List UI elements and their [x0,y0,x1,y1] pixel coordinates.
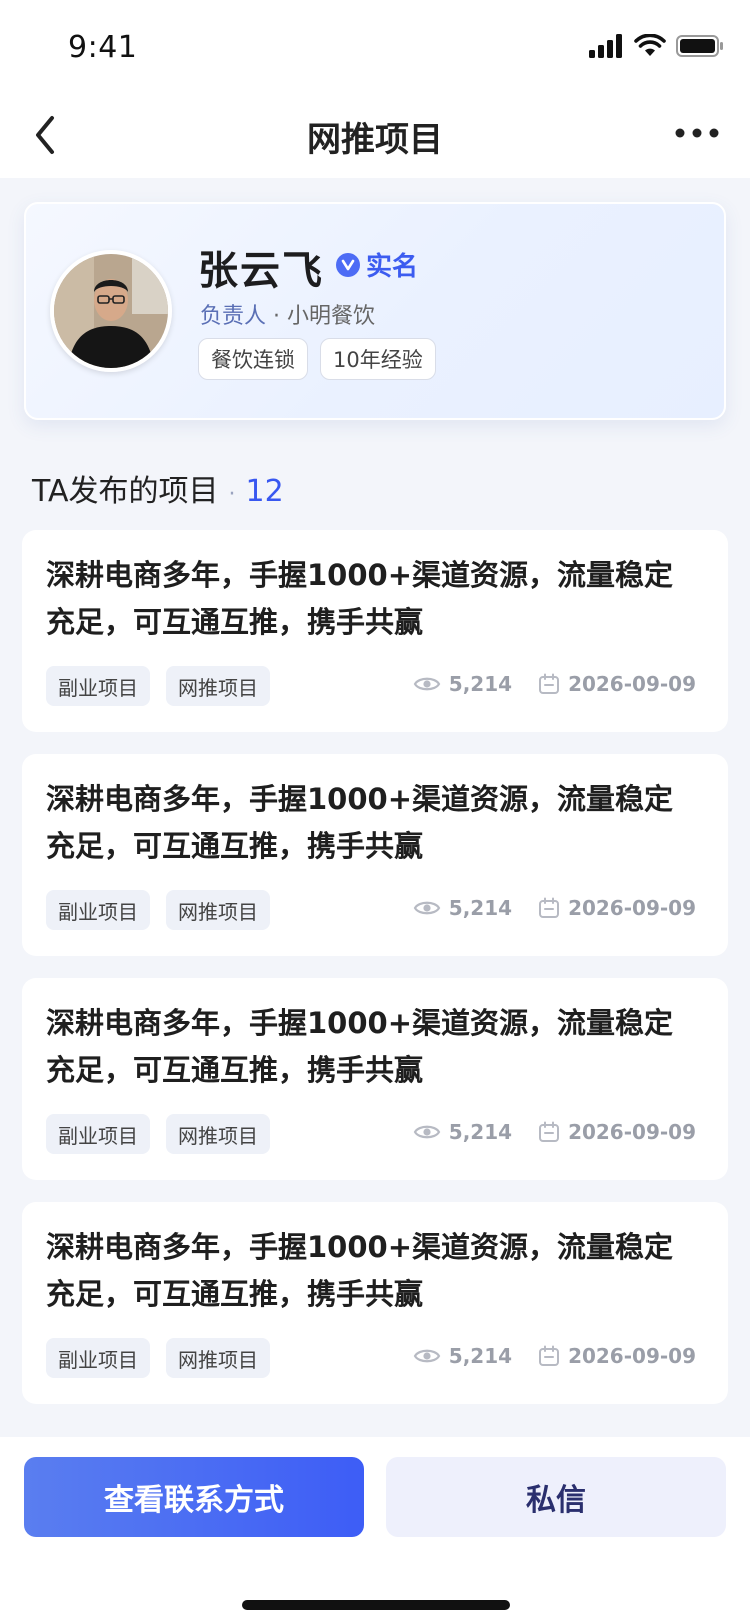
avatar-photo [54,254,168,368]
publish-date: 2026-09-09 [568,672,696,696]
date-stat: 2026-09-09 [538,896,696,920]
profile-card: 张云飞 实名 负责人 · 小明餐饮 餐饮连锁 10年经验 [24,202,726,420]
calendar-icon [539,1121,560,1142]
section-header: TA发布的项目 · 12 [32,466,284,510]
company-name: 小明餐饮 [287,304,376,329]
project-title: 深耕电商多年，手握1000+渠道资源，流量稳定充足，可互通互推，携手共赢 [46,1006,674,1087]
calendar-icon [539,673,560,694]
date-stat: 2026-09-09 [538,1344,696,1368]
page-title: 网推项目 [307,120,443,160]
project-meta: 5,214 2026-09-09 [413,1120,696,1144]
private-message-button[interactable]: 私信 [386,1457,726,1537]
status-bar: 9:41 [0,0,750,92]
profile-name: 张云飞 [198,248,324,294]
project-tag: 网推项目 [166,890,270,930]
project-count: 12 [245,474,284,509]
screen: 9:41 网推项目 张云飞 实名 负责人 · 小明餐饮 餐饮连锁 10年经验 T… [0,0,750,1624]
project-title: 深耕电商多年，手握1000+渠道资源，流量稳定充足，可互通互推，携手共赢 [46,558,674,639]
project-tags: 副业项目 网推项目 [46,890,270,930]
avatar [50,250,172,372]
project-tag: 副业项目 [46,1338,150,1378]
project-title: 深耕电商多年，手握1000+渠道资源，流量稳定充足，可互通互推，携手共赢 [46,782,674,863]
status-icons [588,32,724,60]
signal-icon [589,34,622,58]
project-meta: 5,214 2026-09-09 [413,1344,696,1368]
eye-icon [413,1349,441,1363]
role-separator: · [273,304,281,329]
publish-date: 2026-09-09 [568,896,696,920]
project-meta: 5,214 2026-09-09 [413,672,696,696]
nav-bar: 网推项目 [0,92,750,178]
project-tag: 副业项目 [46,666,150,706]
calendar-icon [539,1345,560,1366]
more-dots-icon[interactable] [672,118,722,148]
section-title: TA发布的项目 [32,474,219,509]
role-line: 负责人 · 小明餐饮 [200,298,375,330]
verified-v-icon [336,252,360,277]
project-tag: 副业项目 [46,1114,150,1154]
project-tag: 副业项目 [46,890,150,930]
views-count: 5,214 [448,1120,513,1144]
date-stat: 2026-09-09 [538,672,696,696]
project-card[interactable]: 深耕电商多年，手握1000+渠道资源，流量稳定充足，可互通互推，携手共赢 副业项… [22,530,728,732]
project-tag: 网推项目 [166,666,270,706]
views-stat: 5,214 [413,896,512,920]
project-tags: 副业项目 网推项目 [46,666,270,706]
verified-label: 实名 [366,252,419,282]
views-count: 5,214 [448,896,513,920]
verified-badge: 实名 [336,246,418,283]
views-stat: 5,214 [413,672,512,696]
battery-icon [676,35,723,57]
status-time: 9:41 [68,30,138,65]
project-tags: 副业项目 网推项目 [46,1338,270,1378]
eye-icon [413,901,441,915]
bottom-action-bar: 查看联系方式 私信 [0,1437,750,1624]
project-tag: 网推项目 [166,1338,270,1378]
home-indicator [242,1600,510,1610]
project-tags: 副业项目 网推项目 [46,1114,270,1154]
profile-tag: 餐饮连锁 [198,338,308,380]
views-stat: 5,214 [413,1120,512,1144]
project-card[interactable]: 深耕电商多年，手握1000+渠道资源，流量稳定充足，可互通互推，携手共赢 副业项… [22,1202,728,1404]
date-stat: 2026-09-09 [538,1120,696,1144]
publish-date: 2026-09-09 [568,1344,696,1368]
profile-tag: 10年经验 [320,338,436,380]
eye-icon [413,677,441,691]
views-count: 5,214 [448,1344,513,1368]
calendar-icon [539,897,560,918]
section-dot: · [228,482,236,507]
wifi-icon [634,34,666,56]
views-stat: 5,214 [413,1344,512,1368]
project-card[interactable]: 深耕电商多年，手握1000+渠道资源，流量稳定充足，可互通互推，携手共赢 副业项… [22,754,728,956]
project-tag: 网推项目 [166,1114,270,1154]
role-label: 负责人 [200,304,267,329]
project-meta: 5,214 2026-09-09 [413,896,696,920]
views-count: 5,214 [448,672,513,696]
view-contact-button[interactable]: 查看联系方式 [24,1457,364,1537]
project-card[interactable]: 深耕电商多年，手握1000+渠道资源，流量稳定充足，可互通互推，携手共赢 副业项… [22,978,728,1180]
eye-icon [413,1125,441,1139]
project-title: 深耕电商多年，手握1000+渠道资源，流量稳定充足，可互通互推，携手共赢 [46,1230,674,1311]
publish-date: 2026-09-09 [568,1120,696,1144]
profile-tags: 餐饮连锁 10年经验 [198,338,436,380]
